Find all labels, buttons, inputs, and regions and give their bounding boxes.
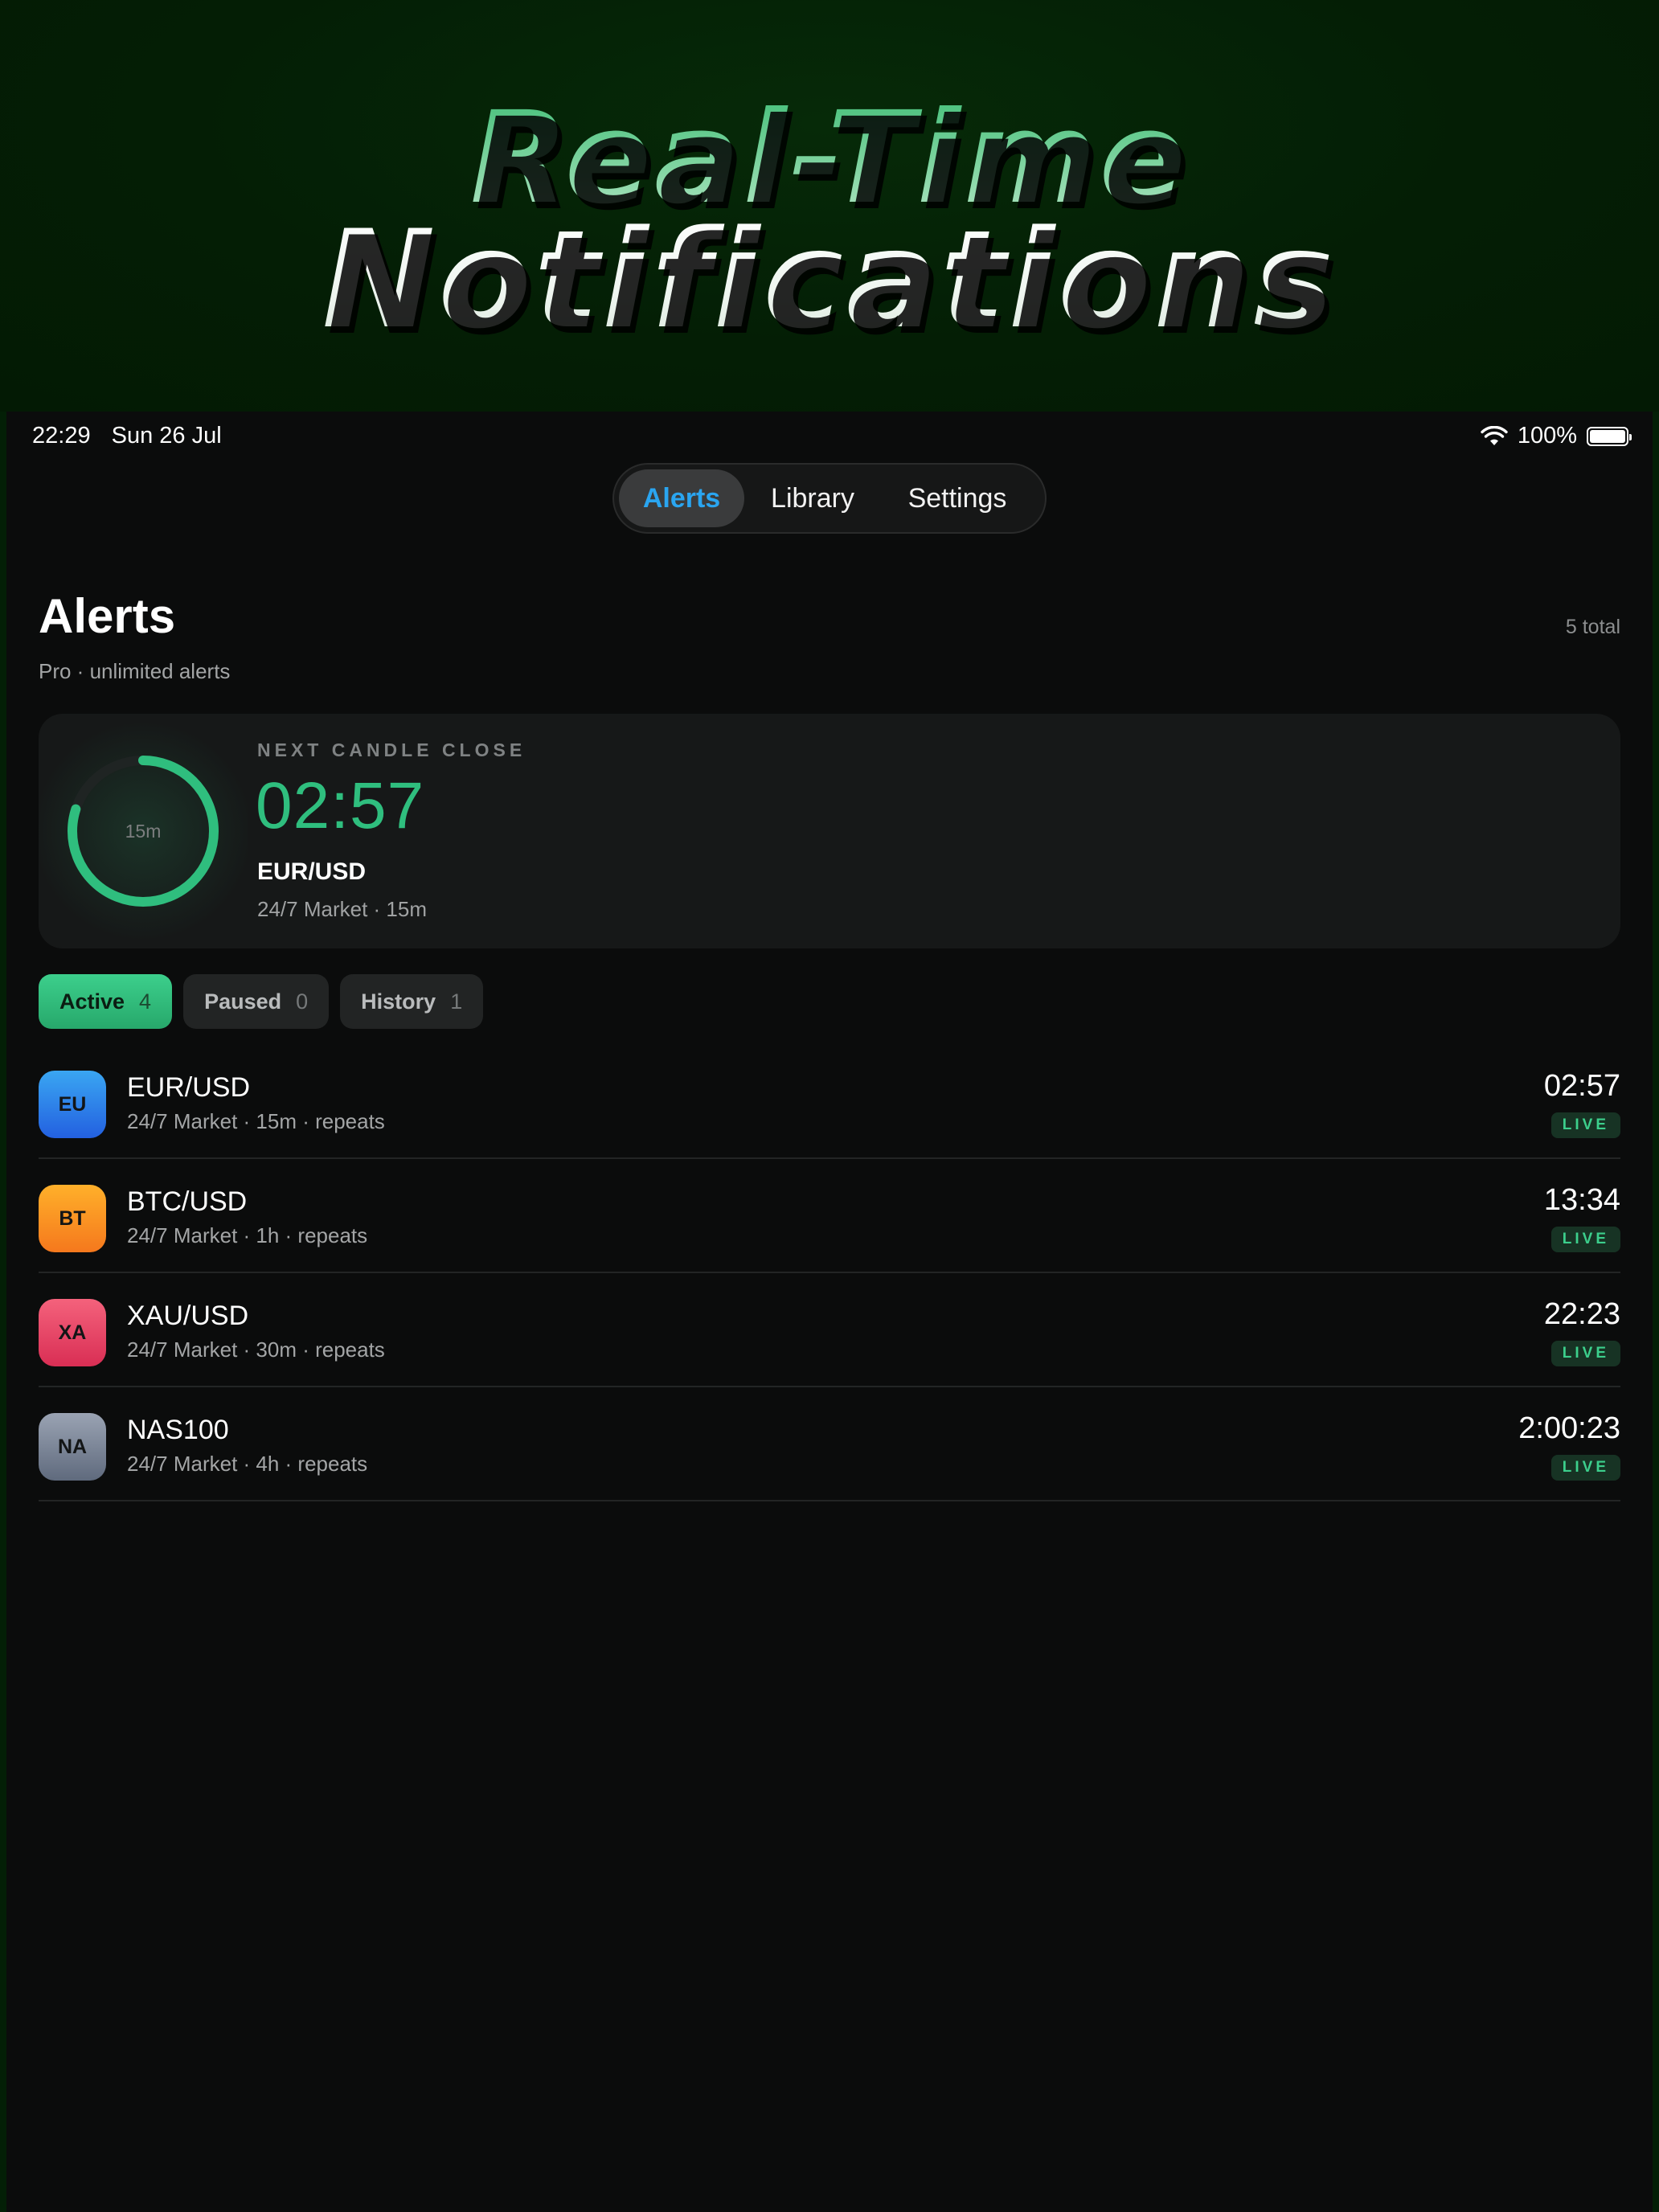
next-candle-card[interactable]: 15m NEXT CANDLE CLOSE 02:57 EUR/USD 24/7… (39, 714, 1620, 948)
filter-count: 1 (450, 989, 463, 1014)
tab-library[interactable]: Library (744, 469, 881, 527)
filter-active[interactable]: Active 4 (39, 974, 173, 1029)
alert-pair: XAU/USD (127, 1301, 249, 1331)
tab-settings[interactable]: Settings (881, 469, 1034, 527)
card-kicker: NEXT CANDLE CLOSE (257, 739, 526, 760)
filter-history[interactable]: History 1 (340, 974, 484, 1029)
battery-icon (1587, 426, 1632, 446)
filter-count: 4 (139, 989, 152, 1014)
pair-avatar: BT (39, 1185, 106, 1252)
pair-avatar: EU (39, 1071, 106, 1138)
alert-row-eurusd[interactable]: EU EUR/USD 24/7 Market · 15m · repeats 0… (39, 1045, 1620, 1159)
filter-label: Paused (204, 989, 282, 1014)
live-badge: LIVE (1550, 1341, 1620, 1366)
alert-timer: 22:23 (1543, 1297, 1620, 1331)
countdown-timer: 02:57 (256, 769, 425, 842)
wifi-icon (1481, 425, 1508, 445)
alert-total-count: 5 total (1565, 616, 1620, 638)
promo-headline-line-2: Notifications (322, 201, 1337, 358)
pair-avatar: XA (39, 1299, 106, 1366)
filter-label: Active (59, 989, 125, 1014)
battery-percent: 100% (1517, 423, 1577, 449)
pair-avatar: NA (39, 1413, 106, 1481)
alert-pair: BTC/USD (127, 1186, 248, 1217)
tab-alerts[interactable]: Alerts (619, 469, 744, 527)
status-time: 22:29 (32, 423, 91, 449)
filter-paused[interactable]: Paused 0 (183, 974, 330, 1029)
alert-row-btcusd[interactable]: BT BTC/USD 24/7 Market · 1h · repeats 13… (39, 1159, 1620, 1273)
card-meta: 24/7 Market · 15m (257, 897, 427, 921)
alert-timer: 13:34 (1543, 1183, 1620, 1217)
alert-row-xauusd[interactable]: XA XAU/USD 24/7 Market · 30m · repeats 2… (39, 1273, 1620, 1387)
alert-filter-chips: Active 4 Paused 0 History 1 (39, 974, 484, 1029)
filter-label: History (361, 989, 436, 1014)
alert-row-nas100[interactable]: NA NAS100 24/7 Market · 4h · repeats 2:0… (39, 1387, 1620, 1501)
status-bar: 22:29 Sun 26 Jul 100% (6, 412, 1653, 460)
main-tab-bar: Alerts Library Settings (612, 463, 1047, 534)
live-badge: LIVE (1550, 1112, 1620, 1138)
alert-timer: 02:57 (1543, 1069, 1620, 1103)
alert-meta: 24/7 Market · 1h · repeats (127, 1223, 368, 1247)
ring-interval-label: 15m (125, 820, 162, 842)
alert-meta: 24/7 Market · 30m · repeats (127, 1337, 385, 1362)
alert-meta: 24/7 Market · 15m · repeats (127, 1109, 385, 1133)
live-badge: LIVE (1550, 1227, 1620, 1252)
alert-timer: 2:00:23 (1518, 1411, 1620, 1445)
promo-banner: Real-Time Notifications (0, 0, 1659, 412)
status-date: Sun 26 Jul (111, 423, 222, 449)
app-screen: 22:29 Sun 26 Jul 100% Alerts Library Set… (6, 412, 1653, 2212)
alert-pair: EUR/USD (127, 1072, 251, 1103)
alert-pair: NAS100 (127, 1415, 229, 1445)
alert-list: EU EUR/USD 24/7 Market · 15m · repeats 0… (39, 1045, 1620, 1501)
alert-meta: 24/7 Market · 4h · repeats (127, 1452, 368, 1476)
filter-count: 0 (296, 989, 309, 1014)
card-pair: EUR/USD (257, 858, 367, 885)
live-badge: LIVE (1550, 1455, 1620, 1481)
plan-subtitle: Pro · unlimited alerts (39, 659, 231, 683)
page-title: Alerts (39, 589, 176, 643)
